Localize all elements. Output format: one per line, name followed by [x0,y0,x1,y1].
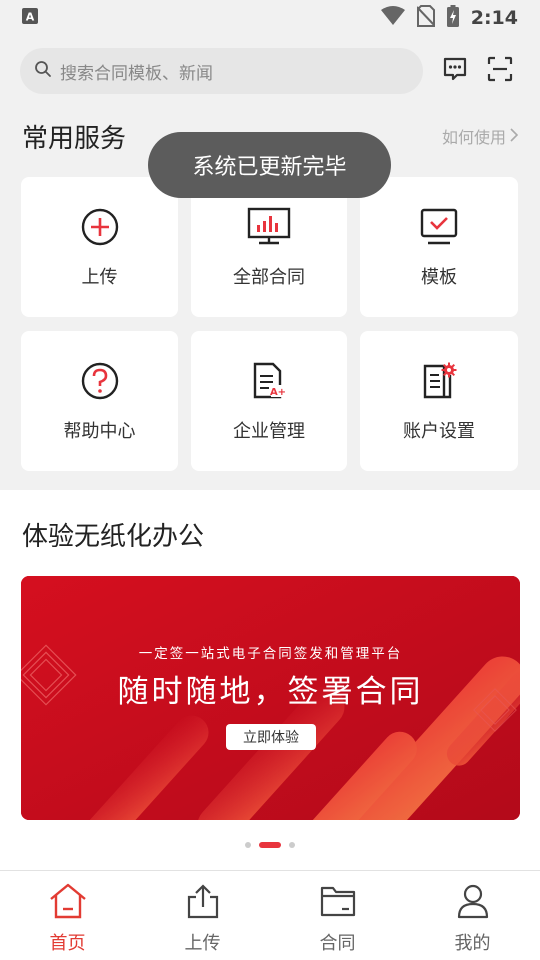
nav-label: 上传 [184,933,221,954]
service-upload[interactable]: 上传 [21,177,178,317]
service-label: 企业管理 [233,421,305,442]
folder-icon [320,883,356,923]
how-to-link[interactable]: 如何使用 [441,124,519,148]
plus-circle-icon [78,205,122,249]
no-sim-icon [416,5,436,31]
message-icon [442,56,468,86]
try-now-button[interactable]: 立即体验 [226,724,316,750]
carousel-dot-active[interactable] [259,842,281,848]
carousel-dot[interactable] [245,842,251,848]
service-label: 全部合同 [233,267,305,288]
service-label: 账户设置 [403,421,475,442]
services-grid: 上传 全部合同 模板 帮助中心 A+ 企业管理 账户设置 [21,177,519,471]
scan-icon [487,56,513,86]
user-icon [456,883,490,923]
bottom-nav: 首页 上传 合同 我的 [0,870,540,960]
service-help-center[interactable]: 帮助中心 [21,331,178,471]
document-gear-icon [417,359,461,403]
nav-label: 我的 [454,933,491,954]
home-icon [49,883,87,923]
scan-button[interactable] [481,51,521,91]
chevron-right-icon [510,127,519,146]
service-label: 模板 [421,267,457,288]
status-bar: A 2:14 [0,0,540,36]
common-services-title: 常用服务 [22,124,127,154]
battery-charging-icon [446,5,459,31]
nav-home[interactable]: 首页 [0,871,135,960]
document-a-plus-icon: A+ [247,359,291,403]
app-notification-icon: A [22,8,38,28]
monitor-chart-icon [247,205,291,249]
nav-label: 首页 [49,933,86,954]
search-placeholder: 搜索合同模板、新闻 [60,63,213,84]
nav-upload[interactable]: 上传 [135,871,270,960]
carousel-indicator [0,842,540,848]
nav-mine[interactable]: 我的 [405,871,540,960]
service-label: 帮助中心 [63,421,136,442]
service-account-settings[interactable]: 账户设置 [360,331,518,471]
wifi-icon [380,6,405,30]
service-enterprise-management[interactable]: A+ 企业管理 [191,331,347,471]
message-button[interactable] [435,51,475,91]
header: 搜索合同模板、新闻 [20,48,520,94]
promo-banner[interactable]: 一定签一站式电子合同签发和管理平台 随时随地，签署合同 立即体验 [21,576,520,820]
svg-text:A+: A+ [270,387,286,398]
upload-icon [186,883,220,923]
banner-headline: 随时随地，签署合同 [117,674,424,710]
banner-subtitle: 一定签一站式电子合同签发和管理平台 [138,646,403,662]
paperless-title: 体验无纸化办公 [22,522,205,552]
monitor-check-icon [417,205,461,249]
question-circle-icon [78,359,122,403]
carousel-dot[interactable] [289,842,295,848]
nav-contracts[interactable]: 合同 [270,871,405,960]
status-time: 2:14 [470,7,518,29]
search-input[interactable]: 搜索合同模板、新闻 [20,48,424,94]
service-label: 上传 [81,267,118,288]
service-all-contracts[interactable]: 全部合同 [191,177,347,317]
toast-message: 系统已更新完毕 [148,132,391,198]
service-templates[interactable]: 模板 [360,177,518,317]
search-icon [34,60,52,82]
nav-label: 合同 [319,933,356,954]
svg-text:A: A [26,11,35,24]
how-to-label: 如何使用 [441,128,506,147]
